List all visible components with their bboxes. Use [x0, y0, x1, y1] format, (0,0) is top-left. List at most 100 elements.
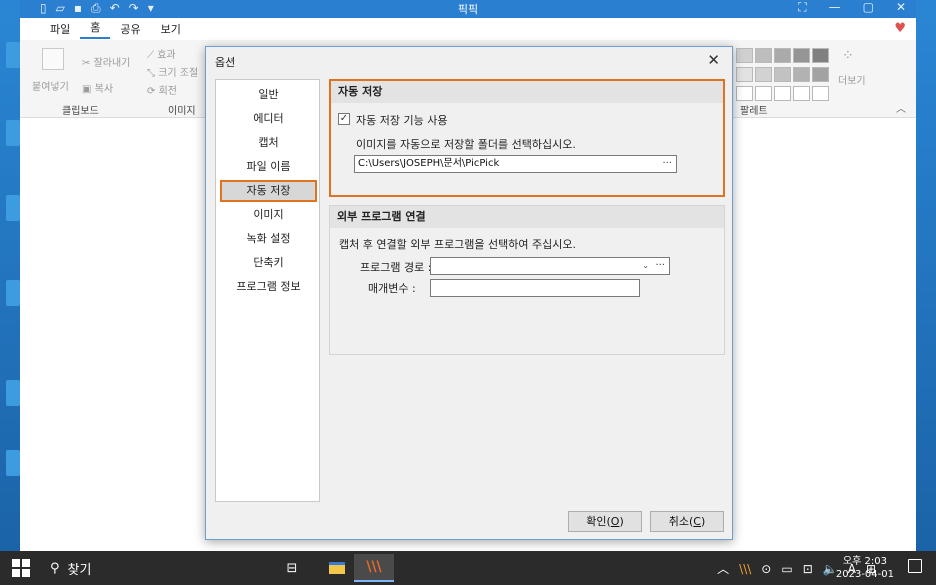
cut-button[interactable]: ✂ 잘라내기	[82, 54, 130, 69]
rotate-icon: ⟳	[147, 86, 159, 97]
window-controls: ⛶ — ▢ ✕	[798, 0, 906, 15]
palette-swatch[interactable]	[774, 67, 791, 82]
palette-more-icon: ⁘	[842, 48, 854, 64]
autosave-header: 자동 저장	[331, 81, 723, 103]
autosave-path-field[interactable]: C:\Users\JOSEPH\문서\PicPick ···	[354, 155, 677, 173]
params-label: 매개변수 :	[368, 282, 416, 295]
autosave-description: 이미지를 자동으로 저장할 폴더를 선택하십시오.	[356, 138, 576, 151]
minimize-icon[interactable]: —	[829, 0, 841, 15]
effects-icon: ⟋	[147, 50, 158, 61]
tab-file[interactable]: 파일	[40, 21, 80, 37]
desktop-icon[interactable]	[6, 450, 20, 476]
nav-item-recording[interactable]: 녹화 설정	[220, 228, 317, 250]
chevron-up-icon[interactable]: ︿	[717, 560, 729, 577]
palette-swatch[interactable]	[755, 67, 772, 82]
file-explorer-icon[interactable]	[317, 554, 357, 582]
cancel-accelerator: C	[693, 515, 701, 528]
collapse-ribbon-icon[interactable]: ︿	[896, 100, 906, 115]
desktop-icon[interactable]	[6, 280, 20, 306]
rotate-label: 회전	[158, 86, 177, 97]
chevron-down-icon[interactable]: ⌄	[642, 258, 649, 274]
palette-swatch[interactable]	[774, 86, 791, 101]
scissors-icon: ✂	[82, 58, 94, 69]
dialog-title: 옵션	[215, 56, 236, 69]
nav-item-editor[interactable]: 에디터	[220, 108, 317, 130]
resize-icon: ⤡	[147, 68, 159, 79]
browse-button[interactable]: ···	[662, 156, 672, 172]
title-bar: ▯ ▱ ▪ ⎙ ↶ ↷ ▾ 픽픽 ⛶ — ▢ ✕	[20, 0, 916, 18]
palette-swatch[interactable]	[793, 48, 810, 63]
nav-item-filename[interactable]: 파일 이름	[220, 156, 317, 178]
params-field[interactable]	[430, 279, 640, 297]
maximize-icon[interactable]: ▢	[863, 0, 874, 15]
ok-button[interactable]: 확인(O)	[568, 511, 642, 532]
paste-icon	[42, 48, 64, 70]
rotate-button[interactable]: ⟳ 회전	[147, 82, 177, 97]
external-program-description: 캡처 후 연결할 외부 프로그램을 선택하여 주십시오.	[339, 238, 576, 251]
ok-label: 확인	[586, 515, 607, 528]
network-icon[interactable]: ⊡	[803, 562, 813, 576]
resize-button[interactable]: ⤡ 크기 조절	[147, 64, 198, 79]
palette-swatch[interactable]	[812, 48, 829, 63]
more-button[interactable]: 더보기	[838, 72, 866, 87]
tab-view[interactable]: 보기	[151, 21, 191, 37]
battery-icon[interactable]: ▭	[781, 562, 792, 576]
windows-start-icon[interactable]	[12, 559, 30, 577]
window-title: 픽픽	[457, 3, 479, 16]
cancel-button[interactable]: 취소(C)	[650, 511, 724, 532]
browse-button[interactable]: ···	[655, 258, 665, 274]
meet-now-icon[interactable]: ⊙	[761, 562, 771, 576]
tab-home[interactable]: 홈	[80, 19, 111, 39]
palette-swatch[interactable]	[736, 48, 753, 63]
palette-swatch[interactable]	[736, 86, 753, 101]
nav-item-capture[interactable]: 캡처	[220, 132, 317, 154]
desktop-icon[interactable]	[6, 380, 20, 406]
taskbar-search[interactable]: ⚲ 찾기	[50, 559, 91, 578]
palette-swatch[interactable]	[755, 48, 772, 63]
desktop-icon[interactable]	[6, 42, 20, 68]
effects-button[interactable]: ⟋ 효과	[147, 46, 176, 61]
palette-swatch[interactable]	[774, 48, 791, 63]
nav-item-hotkeys[interactable]: 단축키	[220, 252, 317, 274]
desktop-icon[interactable]	[6, 120, 20, 146]
palette-swatch[interactable]	[812, 67, 829, 82]
autosave-checkbox-label: 자동 저장 기능 사용	[356, 114, 448, 127]
clock[interactable]: 오후 2:03 2023-04-01	[836, 555, 894, 581]
close-icon[interactable]: ✕	[896, 0, 906, 15]
ok-accelerator: O	[610, 515, 620, 528]
desktop-icon[interactable]	[6, 195, 20, 221]
palette-swatch[interactable]	[793, 67, 810, 82]
palette-swatch[interactable]	[793, 86, 810, 101]
tab-share[interactable]: 공유	[110, 21, 150, 37]
task-view-icon[interactable]: ⊟	[272, 554, 312, 582]
external-program-header: 외부 프로그램 연결	[330, 206, 724, 228]
group-palette: 팔레트	[740, 106, 768, 117]
notification-icon[interactable]	[908, 559, 922, 573]
cut-label: 잘라내기	[93, 58, 131, 69]
group-image: 이미지	[168, 106, 196, 117]
nav-item-about[interactable]: 프로그램 정보	[220, 276, 317, 298]
autosave-checkbox[interactable]: ✓	[338, 113, 350, 125]
copy-label: 복사	[94, 84, 114, 95]
program-path-field[interactable]: ⌄ ···	[430, 257, 670, 275]
close-icon[interactable]: ✕	[707, 51, 720, 69]
nav-item-image[interactable]: 이미지	[220, 204, 317, 226]
clock-time: 오후 2:03	[842, 556, 887, 567]
search-icon: ⚲	[50, 561, 60, 576]
fullscreen-icon[interactable]: ⛶	[798, 0, 806, 15]
picpick-tray-icon[interactable]: \\\	[739, 562, 751, 576]
nav-item-general[interactable]: 일반	[220, 84, 317, 106]
cancel-label: 취소	[668, 515, 689, 528]
palette-swatch[interactable]	[736, 67, 753, 82]
autosave-path-value: C:\Users\JOSEPH\문서\PicPick	[358, 158, 500, 169]
nav-item-autosave[interactable]: 자동 저장	[220, 180, 317, 202]
picpick-taskbar-icon[interactable]: \\\	[354, 554, 394, 582]
options-dialog: 옵션 ✕ 일반 에디터 캡처 파일 이름 자동 저장 이미지 녹화 설정 단축키…	[205, 46, 733, 540]
copy-button[interactable]: ▣ 복사	[82, 80, 113, 95]
autosave-panel: 자동 저장 ✓ 자동 저장 기능 사용 이미지를 자동으로 저장할 폴더를 선택…	[329, 79, 725, 197]
palette-swatch[interactable]	[755, 86, 772, 101]
palette-swatch[interactable]	[812, 86, 829, 101]
heart-icon[interactable]: ♥	[894, 21, 906, 36]
options-nav: 일반 에디터 캡처 파일 이름 자동 저장 이미지 녹화 설정 단축키 프로그램…	[215, 79, 320, 502]
paste-button[interactable]: 붙여넣기	[32, 78, 69, 93]
